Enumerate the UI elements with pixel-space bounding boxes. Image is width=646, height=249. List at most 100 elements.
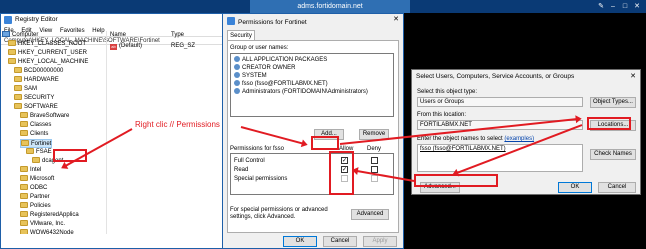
tree-item-label: Computer [12, 32, 39, 38]
folder-icon [14, 94, 22, 100]
advanced-button[interactable]: Advanced [351, 209, 389, 220]
registry-icon [4, 16, 12, 24]
maximize-button[interactable]: □ [620, 2, 630, 11]
cancel-button[interactable]: Cancel [323, 236, 357, 247]
pane-divider[interactable] [106, 31, 107, 234]
object-types-button[interactable]: Object Types... [590, 97, 636, 108]
tree-item-label: Partner [30, 194, 50, 200]
tree-item[interactable]: Fortinet [20, 139, 53, 148]
ok-button[interactable]: OK [283, 236, 317, 247]
folder-icon [14, 85, 22, 91]
column-type-header[interactable]: Type [171, 31, 184, 40]
tree-item-label: SOFTWARE [24, 104, 58, 110]
tree-item[interactable]: WOW6432Node [20, 229, 74, 234]
perm-special: Special permissions [234, 176, 288, 182]
deny-full-control-checkbox[interactable] [371, 157, 378, 164]
tree-item[interactable]: ODBC [20, 184, 47, 193]
pin-icon[interactable]: ✎ [596, 2, 606, 11]
tree-item[interactable]: Intel [20, 166, 41, 175]
tree-item-label: HKEY_LOCAL_MACHINE [18, 59, 89, 65]
tree-item-label: FSAE [36, 149, 52, 155]
tree-item-label: VMware, Inc. [30, 221, 66, 227]
tree-item[interactable]: Classes [20, 121, 51, 130]
tree-item-label: Classes [30, 122, 52, 128]
tree-item-label: HKEY_CURRENT_USER [18, 50, 88, 56]
tree-item[interactable]: VMware, Inc. [20, 220, 65, 229]
list-item[interactable]: SYSTEM [234, 72, 267, 80]
tree-item-label: HKEY_CLASSES_ROOT [18, 41, 87, 47]
tree-item[interactable]: BCD00000000 [14, 67, 63, 76]
tree-item[interactable]: RegisteredApplica [20, 211, 79, 220]
tree-item-label: HARDWARE [24, 77, 59, 83]
tree-item-label: SAM [24, 86, 38, 92]
tree-item[interactable]: HKEY_CURRENT_USER [8, 49, 87, 58]
tree-item[interactable]: HKEY_CLASSES_ROOT [8, 40, 86, 49]
folder-icon [20, 121, 28, 127]
folder-icon [20, 229, 28, 234]
tree-item[interactable]: Microsoft [20, 175, 54, 184]
folder-icon [20, 112, 28, 118]
object-names-input[interactable]: fsso (fsso@FORTILABMX.NET) [417, 144, 583, 172]
close-button[interactable]: ✕ [632, 2, 642, 11]
list-item[interactable]: CREATOR OWNER [234, 64, 295, 72]
tree-item-label: Fortinet [31, 141, 52, 147]
folder-icon [20, 175, 28, 181]
object-type-field: Users or Groups [417, 97, 583, 107]
folder-icon [20, 211, 28, 217]
examples-link[interactable]: (examples) [504, 136, 534, 142]
registry-editor-titlebar: Registry Editor [1, 14, 251, 26]
user-icon [234, 64, 240, 70]
user-icon [234, 80, 240, 86]
folder-icon [14, 76, 22, 82]
folder-icon [26, 148, 34, 154]
tree-item[interactable]: SECURITY [14, 94, 54, 103]
deny-header: Deny [367, 146, 382, 152]
permissions-close-button[interactable]: ✕ [390, 14, 402, 25]
tree-item[interactable]: Computer [2, 31, 38, 40]
minimize-button[interactable]: – [608, 2, 618, 11]
location-label: From this location: [417, 112, 467, 118]
tree-item[interactable]: Clients [20, 130, 48, 139]
perm-full-control: Full Control [234, 158, 265, 164]
permissions-dialog-title: Permissions for Fortinet [227, 16, 307, 27]
tree-item[interactable]: SOFTWARE [14, 103, 58, 112]
folder-icon [8, 58, 16, 64]
select-users-title: Select Users, Computers, Service Account… [416, 73, 575, 80]
tree-item-label: ODBC [30, 185, 48, 191]
resolved-name: fsso (fsso@FORTILABMX.NET) [420, 146, 506, 152]
highlight-locations-button [587, 117, 631, 130]
list-item[interactable]: ALL APPLICATION PACKAGES [234, 56, 327, 64]
registry-tree: Computer HKEY_CLASSES_ROOT HKEY_CURRENT_US… [2, 31, 105, 234]
computer-icon [2, 31, 10, 37]
group-user-list[interactable]: ALL APPLICATION PACKAGES CREATOR OWNER S… [230, 53, 394, 117]
column-name-header[interactable]: Name [110, 31, 126, 40]
tree-item[interactable]: BraveSoftware [20, 112, 69, 121]
folder-icon [20, 166, 28, 172]
tree-item-label: Clients [30, 131, 49, 137]
tree-item[interactable]: Policies [20, 202, 51, 211]
user-icon [234, 72, 240, 78]
tree-item[interactable]: FSAE [26, 148, 52, 157]
value-row[interactable]: ab (Default) [110, 42, 142, 51]
list-item[interactable]: fsso (fsso@FORTILABMX.NET) [234, 80, 328, 88]
folder-icon [8, 49, 16, 55]
list-item[interactable]: Administrators (FORTIDOMAIN\Administrato… [234, 88, 368, 96]
cancel-button[interactable]: Cancel [598, 182, 636, 193]
check-names-button[interactable]: Check Names [590, 149, 636, 160]
value-type: REG_SZ [171, 43, 196, 49]
apply-button[interactable]: Apply [363, 236, 397, 247]
ok-button[interactable]: OK [558, 182, 592, 193]
folder-icon [20, 184, 28, 190]
folder-icon [20, 202, 28, 208]
highlight-add-button [311, 136, 339, 150]
tree-item[interactable]: Partner [20, 193, 50, 202]
tree-item[interactable]: SAM [14, 85, 37, 94]
select-users-close-button[interactable]: ✕ [627, 71, 639, 82]
tree-item[interactable]: HKEY_LOCAL_MACHINE [8, 58, 88, 67]
tree-item[interactable]: HARDWARE [14, 76, 59, 85]
perm-read: Read [234, 167, 249, 173]
group-names-label: Group or user names: [230, 45, 289, 51]
tree-item-label: Microsoft [30, 176, 55, 182]
tree-item-label: SECURITY [24, 95, 55, 101]
highlight-allow-column [329, 151, 354, 195]
